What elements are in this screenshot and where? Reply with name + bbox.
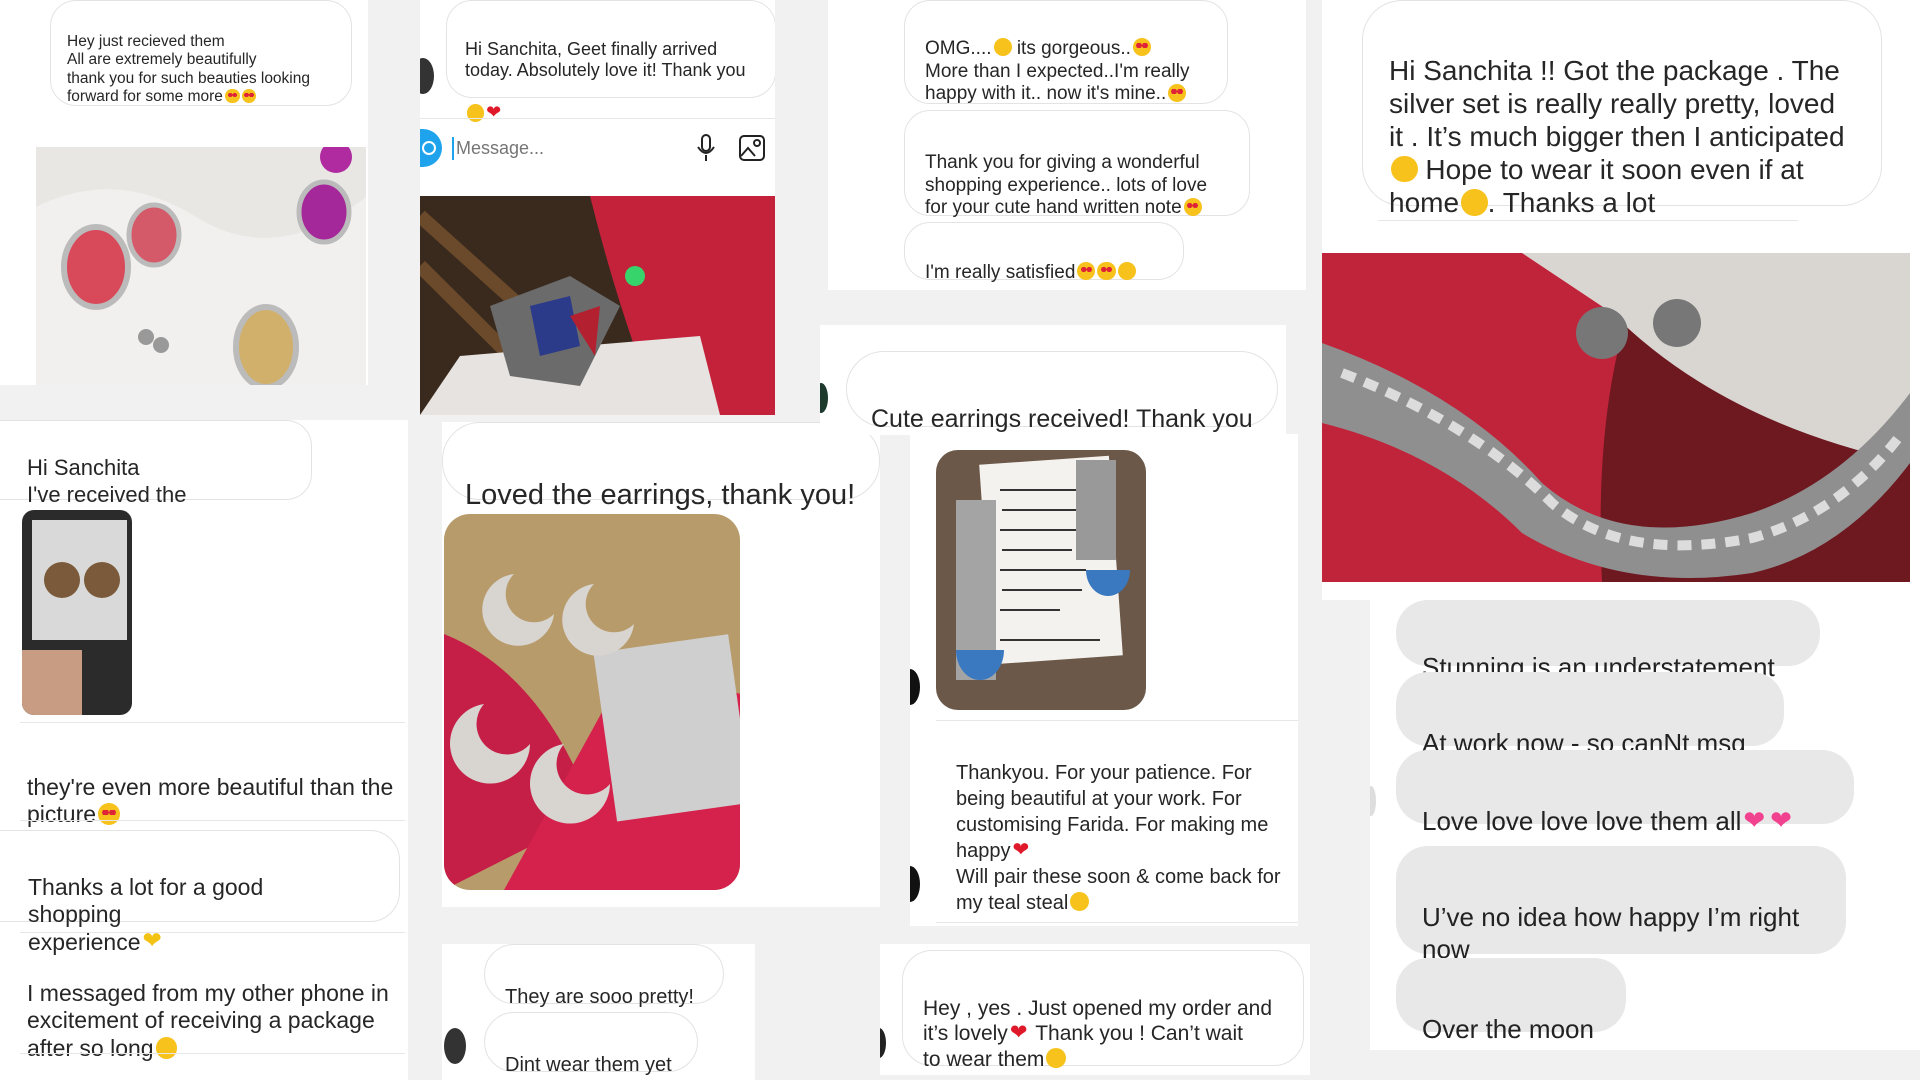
avatar [880,1028,886,1058]
silver-necklace-photo[interactable] [1322,253,1910,582]
message-bubble: They are sooo pretty! [484,944,724,1008]
message-input[interactable] [452,136,678,160]
yellow-heart-icon [143,927,165,954]
heart-eyes-emoji-icon [241,88,257,104]
message-bubble: At work now - so canNt msg [1396,672,1784,758]
pink-hearts-icon [1770,804,1795,836]
message-text: More than I expected..I'm really happy w… [925,60,1190,105]
message-bubble: I'm really satisfied [904,222,1184,283]
message-text: OMG.... [925,37,992,59]
message-bubble: Stunning is an understatement [1396,600,1820,682]
pink-hearts-icon [1743,804,1768,836]
message-text: Over the moon [1422,1013,1594,1044]
message-bubble: Thank you for giving a wonderful shoppin… [904,110,1250,219]
chat-panel-8: Hi Sanchita !! Got the package . The sil… [1322,0,1920,600]
message-text: Will pair these soon & come back for my … [956,866,1281,914]
chat-panel-6: Loved the earrings, thank you! [442,422,880,907]
message-bubble: Loved the earrings, thank you! [442,422,880,511]
message-bubble: Hi Sanchita I've received the earrings. [0,420,312,533]
chat-panel-11: Stunning is an understatement At work no… [1370,600,1920,1050]
message-text: U’ve no idea how happy I’m right now [1422,901,1800,965]
divider [20,1053,405,1054]
necklace-photo[interactable] [420,196,775,415]
message-text: Love love love love them all [1422,805,1742,836]
message-text: Hi Sanchita !! Got the package . The sil… [1389,55,1845,153]
grinning-sweat-emoji-icon [155,1036,178,1059]
divider [936,922,1298,923]
message-text: Hi Sanchita, Geet finally arrived today.… [465,38,746,81]
message-bubble: Dint wear them yet [484,1012,698,1076]
avatar [1370,786,1376,816]
chat-panel-3: OMG.... its gorgeous.. More than I expect… [828,0,1306,290]
winking-tongue-emoji-icon [1461,188,1488,216]
message-composer [420,122,775,174]
heart-eyes-emoji-icon [98,803,120,825]
heart-eyes-emoji-icon [1168,83,1187,102]
chat-panel-2: Hi Sanchita, Geet finally arrived today.… [420,0,775,415]
message-bubble: U’ve no idea how happy I’m right now [1396,846,1846,964]
message-bubble: Hi Sanchita, Geet finally arrived today.… [446,0,775,123]
message-bubble: Hey , yes . Just opened my order and it’… [902,950,1304,1071]
divider [420,118,775,119]
message-text: They are sooo pretty! [505,986,694,1008]
red-heart-icon [1010,1020,1030,1045]
message-text: I messaged from my other phone in excite… [27,979,389,1061]
message-bubble: Over the moon [1396,958,1626,1044]
chat-panel-1: Hey just recieved them All are extremely… [0,0,368,385]
kissing-emoji-icon [1117,262,1136,281]
avatar [910,866,920,902]
flushed-emoji-icon [993,38,1012,57]
message-bubble: Hi Sanchita !! Got the package . The sil… [1362,0,1882,218]
heart-eyes-emoji-icon [1077,262,1096,281]
divider [20,722,405,723]
avatar [444,1028,466,1064]
message-text: Loved the earrings, thank you! [465,478,856,511]
handwritten-note-photo[interactable] [936,450,1146,710]
message-text: . Thanks a lot [1487,187,1656,219]
divider [936,720,1298,721]
message-bubble: OMG.... its gorgeous.. More than I expect… [904,0,1228,104]
chat-panel-5: Hi Sanchita I've received the earrings. … [0,420,408,1080]
message-bubble: Love love love love them all [1396,750,1854,836]
message-bubble: Thanks a lot for a good shopping experie… [0,830,400,955]
message-text-block: Thankyou. For your patience. For being b… [956,734,1281,916]
earrings-card-photo[interactable] [22,510,132,715]
heart-eyes-emoji-icon [1132,38,1151,57]
earrings-photo[interactable] [36,147,366,385]
chat-panel-9: They are sooo pretty! Dint wear them yet [442,944,755,1080]
message-text: Hey just recieved them All are extremely… [67,32,310,106]
mic-icon[interactable] [696,133,716,163]
message-text-block: I messaged from my other phone in excite… [27,952,389,1062]
heart-eyes-emoji-icon [224,88,240,104]
message-text: Dint wear them yet [505,1054,672,1076]
avatar [910,669,920,705]
camera-icon[interactable] [420,129,442,167]
chat-panel-7: Thankyou. For your patience. For being b… [910,434,1298,926]
avatar [820,383,828,413]
message-text: I'm really satisfied [925,261,1076,283]
smile-emoji-icon [1391,155,1418,183]
gallery-icon[interactable] [738,134,766,162]
heart-eyes-emoji-icon [1097,262,1116,281]
message-bubble: Hey just recieved them All are extremely… [50,0,352,106]
moon-earrings-photo[interactable] [444,514,740,890]
message-bubble: Cute earrings received! Thank you [846,351,1278,433]
divider [20,820,405,821]
chat-panel-10: Hey , yes . Just opened my order and it’… [880,944,1310,1075]
chat-panel-4: Cute earrings received! Thank you [820,325,1286,435]
heart-eyes-emoji-icon [1183,197,1202,216]
message-text: its gorgeous.. [1011,37,1131,59]
blush-emoji-icon [1070,892,1090,912]
blush-emoji-icon [1046,1048,1067,1069]
red-heart-icon [1013,837,1032,863]
divider [1378,220,1798,221]
avatar [420,58,434,94]
message-text: Thank you for giving a wonderful shoppin… [925,151,1208,219]
divider [20,932,405,933]
message-text: Cute earrings received! Thank you [871,405,1253,433]
message-text: Thankyou. For your patience. For being b… [956,762,1269,862]
message-text-block: they're even more beautiful than the pic… [27,746,393,829]
